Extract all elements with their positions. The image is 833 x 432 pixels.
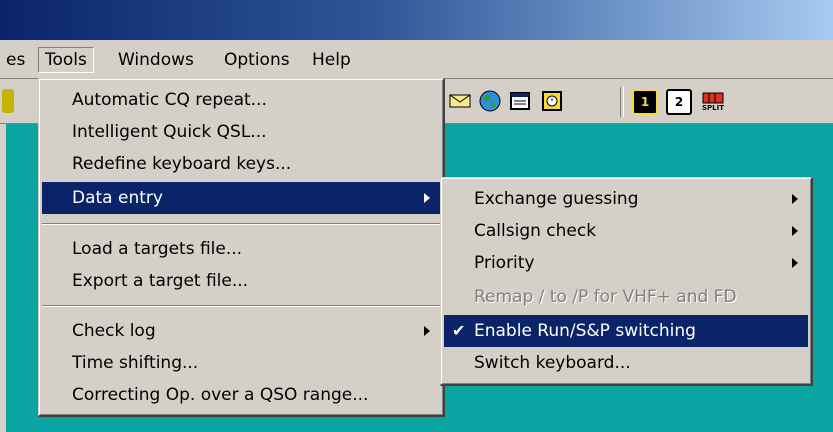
menu-item-time-shifting[interactable]: Time shifting... (42, 347, 440, 379)
menu-tools[interactable]: Tools (38, 47, 94, 73)
submenu-arrow-icon (424, 193, 430, 203)
submenu-arrow-icon (792, 258, 798, 268)
menu-item-label: Check log (72, 321, 156, 341)
menu-item-intelligent-quick-qsl[interactable]: Intelligent Quick QSL... (42, 116, 440, 148)
menu-item-correcting-op[interactable]: Correcting Op. over a QSO range... (42, 379, 440, 411)
menu-separator (42, 223, 440, 225)
app-window: es Tools Windows Options Help 1 2 SPLIT … (0, 0, 833, 432)
menu-options[interactable]: Options (218, 48, 296, 72)
split-icon[interactable]: SPLIT (700, 89, 726, 115)
menu-windows[interactable]: Windows (112, 48, 200, 72)
window-icon[interactable] (508, 89, 532, 113)
menu-separator (42, 305, 440, 307)
menu-item-enable-run-sp-switching[interactable]: ✔ Enable Run/S&P switching (444, 315, 808, 347)
menu-item-label: Priority (474, 253, 535, 273)
radio1-icon[interactable]: 1 (632, 89, 658, 115)
menu-item-check-log[interactable]: Check log (42, 315, 440, 347)
menu-item-label: Callsign check (474, 221, 597, 241)
toolbar-partial-icon[interactable] (2, 89, 14, 113)
mail-icon[interactable] (448, 89, 472, 113)
left-panel-edge (0, 124, 6, 432)
title-bar[interactable] (0, 0, 833, 40)
menu-item-load-targets-file[interactable]: Load a targets file... (42, 233, 440, 265)
menu-item-export-target-file[interactable]: Export a target file... (42, 265, 440, 297)
menu-item-redefine-keyboard-keys[interactable]: Redefine keyboard keys... (42, 148, 440, 180)
tools-menu: Automatic CQ repeat... Intelligent Quick… (38, 78, 445, 417)
submenu-arrow-icon (424, 326, 430, 336)
globe-icon[interactable] (478, 89, 502, 113)
menu-item-label: Data entry (72, 188, 163, 208)
menu-item-label: Enable Run/S&P switching (474, 321, 696, 341)
menu-item-label: Exchange guessing (474, 189, 639, 209)
submenu-arrow-icon (792, 194, 798, 204)
toolbar-separator (620, 87, 624, 117)
menu-item-remap-vhf: Remap / to /P for VHF+ and FD (474, 287, 737, 307)
checkmark-icon: ✔ (452, 321, 466, 340)
radio2-icon[interactable]: 2 (666, 89, 692, 115)
menu-files[interactable]: es (0, 48, 31, 72)
submenu-arrow-icon (792, 226, 798, 236)
data-entry-submenu: Exchange guessing Callsign check Priorit… (440, 177, 813, 386)
menu-item-exchange-guessing[interactable]: Exchange guessing (444, 183, 808, 215)
menu-bar: es Tools Windows Options Help (0, 40, 833, 79)
menu-item-automatic-cq-repeat[interactable]: Automatic CQ repeat... (42, 84, 440, 116)
menu-item-data-entry[interactable]: Data entry (42, 182, 440, 214)
split-label: SPLIT (701, 104, 724, 112)
menu-item-switch-keyboard[interactable]: Switch keyboard... (444, 347, 808, 379)
menu-item-callsign-check[interactable]: Callsign check (444, 215, 808, 247)
menu-item-priority[interactable]: Priority (444, 247, 808, 279)
menu-help[interactable]: Help (306, 48, 357, 72)
alarm-icon[interactable] (540, 89, 564, 113)
